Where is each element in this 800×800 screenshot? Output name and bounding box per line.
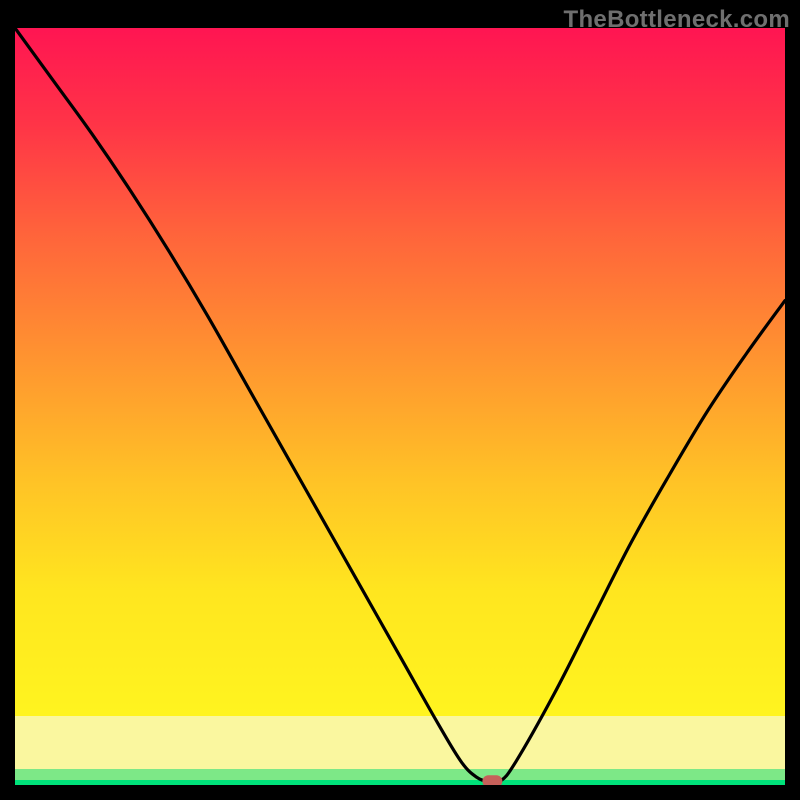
band-gradient: [15, 28, 785, 716]
band-pale-yellow: [15, 716, 785, 769]
bottleneck-chart: TheBottleneck.com: [0, 0, 800, 800]
minimum-marker: [482, 775, 502, 785]
background-bands: [15, 28, 785, 785]
plot-area: [15, 28, 785, 785]
band-green: [15, 780, 785, 785]
watermark-text: TheBottleneck.com: [564, 6, 790, 34]
band-light-green: [15, 769, 785, 780]
